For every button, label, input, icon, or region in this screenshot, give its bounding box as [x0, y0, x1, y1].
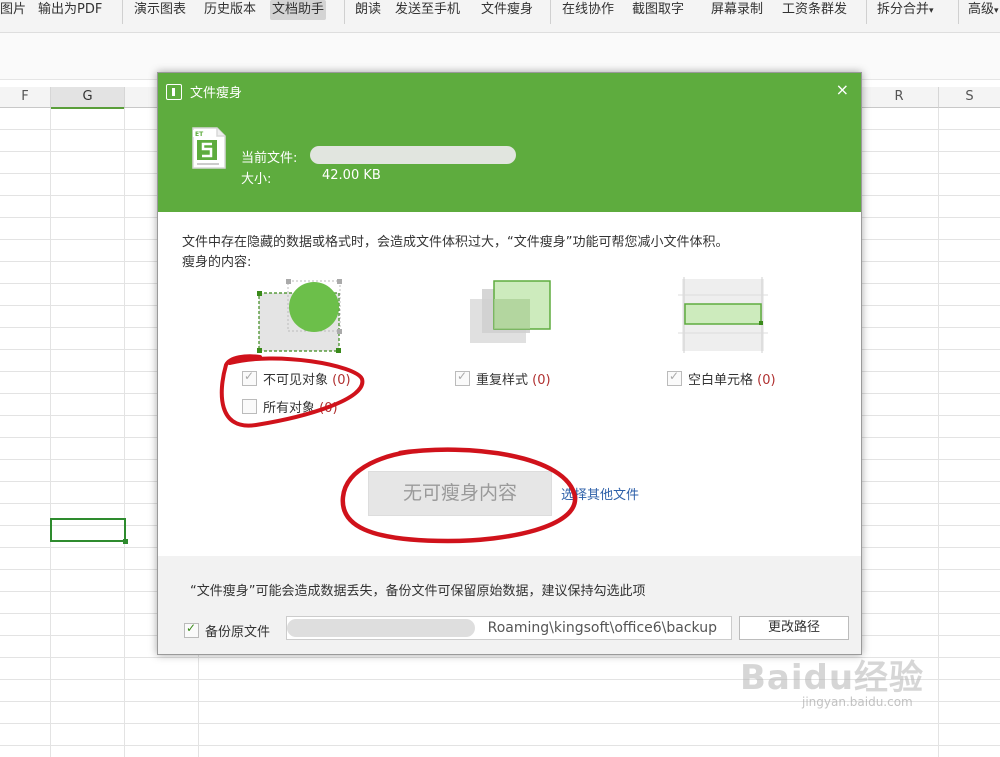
toolbar-screenshot-ocr[interactable]: 截图取字 [630, 0, 686, 20]
toolbar-separator [550, 0, 551, 24]
close-icon[interactable]: × [836, 80, 849, 99]
grid-line [124, 108, 125, 757]
toolbar-separator [122, 0, 123, 24]
duplicate-styles-illustration [470, 280, 551, 343]
toolbar: 图片 输出为PDF 演示图表 历史版本 文档助手 朗读 发送至手机 文件瘦身 在… [0, 0, 1000, 33]
column-header-f[interactable]: F [0, 87, 51, 108]
duplicate-styles-count: (0) [532, 373, 551, 388]
blank-cells-count: (0) [757, 373, 776, 388]
toolbar-doc-assistant[interactable]: 文档助手 [270, 0, 327, 20]
toolbar-payslip[interactable]: 工资条群发 [780, 0, 849, 20]
toolbar-chart[interactable]: 演示图表 [132, 0, 188, 20]
size-label: 大小: [241, 172, 272, 187]
redacted-filename [310, 146, 516, 164]
size-value: 42.00 KB [322, 168, 381, 183]
chevron-down-icon: ▾ [929, 6, 934, 16]
chevron-down-icon: ▾ [994, 6, 999, 16]
description-text: 文件中存在隐藏的数据或格式时，会造成文件体积过大，“文件瘦身”功能可帮您减小文件… [182, 235, 729, 250]
dialog-footer: “文件瘦身”可能会造成数据丢失，备份文件可保留原始数据，建议保持勾选此项 备份原… [158, 556, 861, 654]
red-annotation-circle-options [219, 354, 365, 428]
backup-original-option[interactable]: 备份原文件 [184, 621, 270, 640]
toolbar-image[interactable]: 图片 [0, 0, 28, 20]
dialog-header: 文件瘦身 × ET 当前文件: 大小: 42.00 KB [158, 73, 861, 212]
toolbar-send-phone[interactable]: 发送至手机 [393, 0, 462, 20]
toolbar-separator [958, 0, 959, 24]
option-duplicate-styles[interactable]: 重复样式 (0) [455, 369, 551, 388]
redacted-path [287, 619, 475, 637]
blank-cells-checkbox[interactable] [667, 369, 682, 386]
watermark-url: jingyan.baidu.com [802, 695, 913, 709]
column-header-g[interactable]: G [51, 87, 125, 109]
selected-cell[interactable] [50, 518, 128, 544]
baidu-watermark: Baidu经验 jingyan.baidu.com [740, 650, 924, 709]
file-icon-label: ET [195, 131, 204, 138]
duplicate-styles-checkbox[interactable] [455, 369, 470, 386]
app-logo-icon [166, 84, 182, 100]
toolbar-online-collab[interactable]: 在线协作 [560, 0, 616, 20]
toolbar-advanced-label: 高级 [968, 2, 995, 17]
toolbar-separator [866, 0, 867, 24]
file-slim-dialog: 文件瘦身 × ET 当前文件: 大小: 42.00 KB 文件中存在隐藏的数据或… [157, 72, 862, 655]
toolbar-screen-record[interactable]: 屏幕录制 [709, 0, 765, 20]
watermark-logo-text: Baidu经验 [740, 658, 925, 698]
option-blank-cells[interactable]: 空白单元格 (0) [667, 369, 776, 388]
backup-path-text: Roaming\kingsoft\office6\backup [487, 620, 717, 636]
toolbar-file-slim[interactable]: 文件瘦身 [479, 0, 535, 20]
toolbar-split-merge-label: 拆分合并 [877, 2, 930, 17]
toolbar-advanced[interactable]: 高级▾ [966, 0, 1000, 20]
toolbar-history[interactable]: 历史版本 [202, 0, 258, 20]
backup-path-field[interactable]: Roaming\kingsoft\office6\backup [286, 616, 732, 640]
data-loss-warning: “文件瘦身”可能会造成数据丢失，备份文件可保留原始数据，建议保持勾选此项 [190, 584, 646, 599]
spreadsheet-file-icon: ET [192, 127, 226, 169]
grid-line [938, 108, 939, 757]
duplicate-styles-label: 重复样式 [476, 373, 529, 388]
dialog-title: 文件瘦身 [190, 86, 243, 101]
toolbar-read-aloud[interactable]: 朗读 [353, 0, 383, 20]
current-file-label: 当前文件: [241, 151, 298, 166]
change-path-button[interactable]: 更改路径 [739, 616, 849, 640]
toolbar-split-merge[interactable]: 拆分合并▾ [875, 0, 936, 20]
blank-cells-label: 空白单元格 [688, 373, 754, 388]
content-label: 瘦身的内容: [182, 255, 252, 270]
backup-checkbox[interactable] [184, 621, 199, 638]
column-header-r[interactable]: R [860, 87, 939, 108]
invisible-objects-illustration [257, 279, 342, 353]
column-header-s[interactable]: S [939, 87, 1000, 108]
grid-line [50, 108, 51, 757]
toolbar-separator [344, 0, 345, 24]
backup-label: 备份原文件 [205, 625, 271, 640]
toolbar-export-pdf[interactable]: 输出为PDF [36, 0, 104, 20]
blank-cells-illustration [678, 277, 768, 353]
red-annotation-circle-button [340, 447, 578, 544]
